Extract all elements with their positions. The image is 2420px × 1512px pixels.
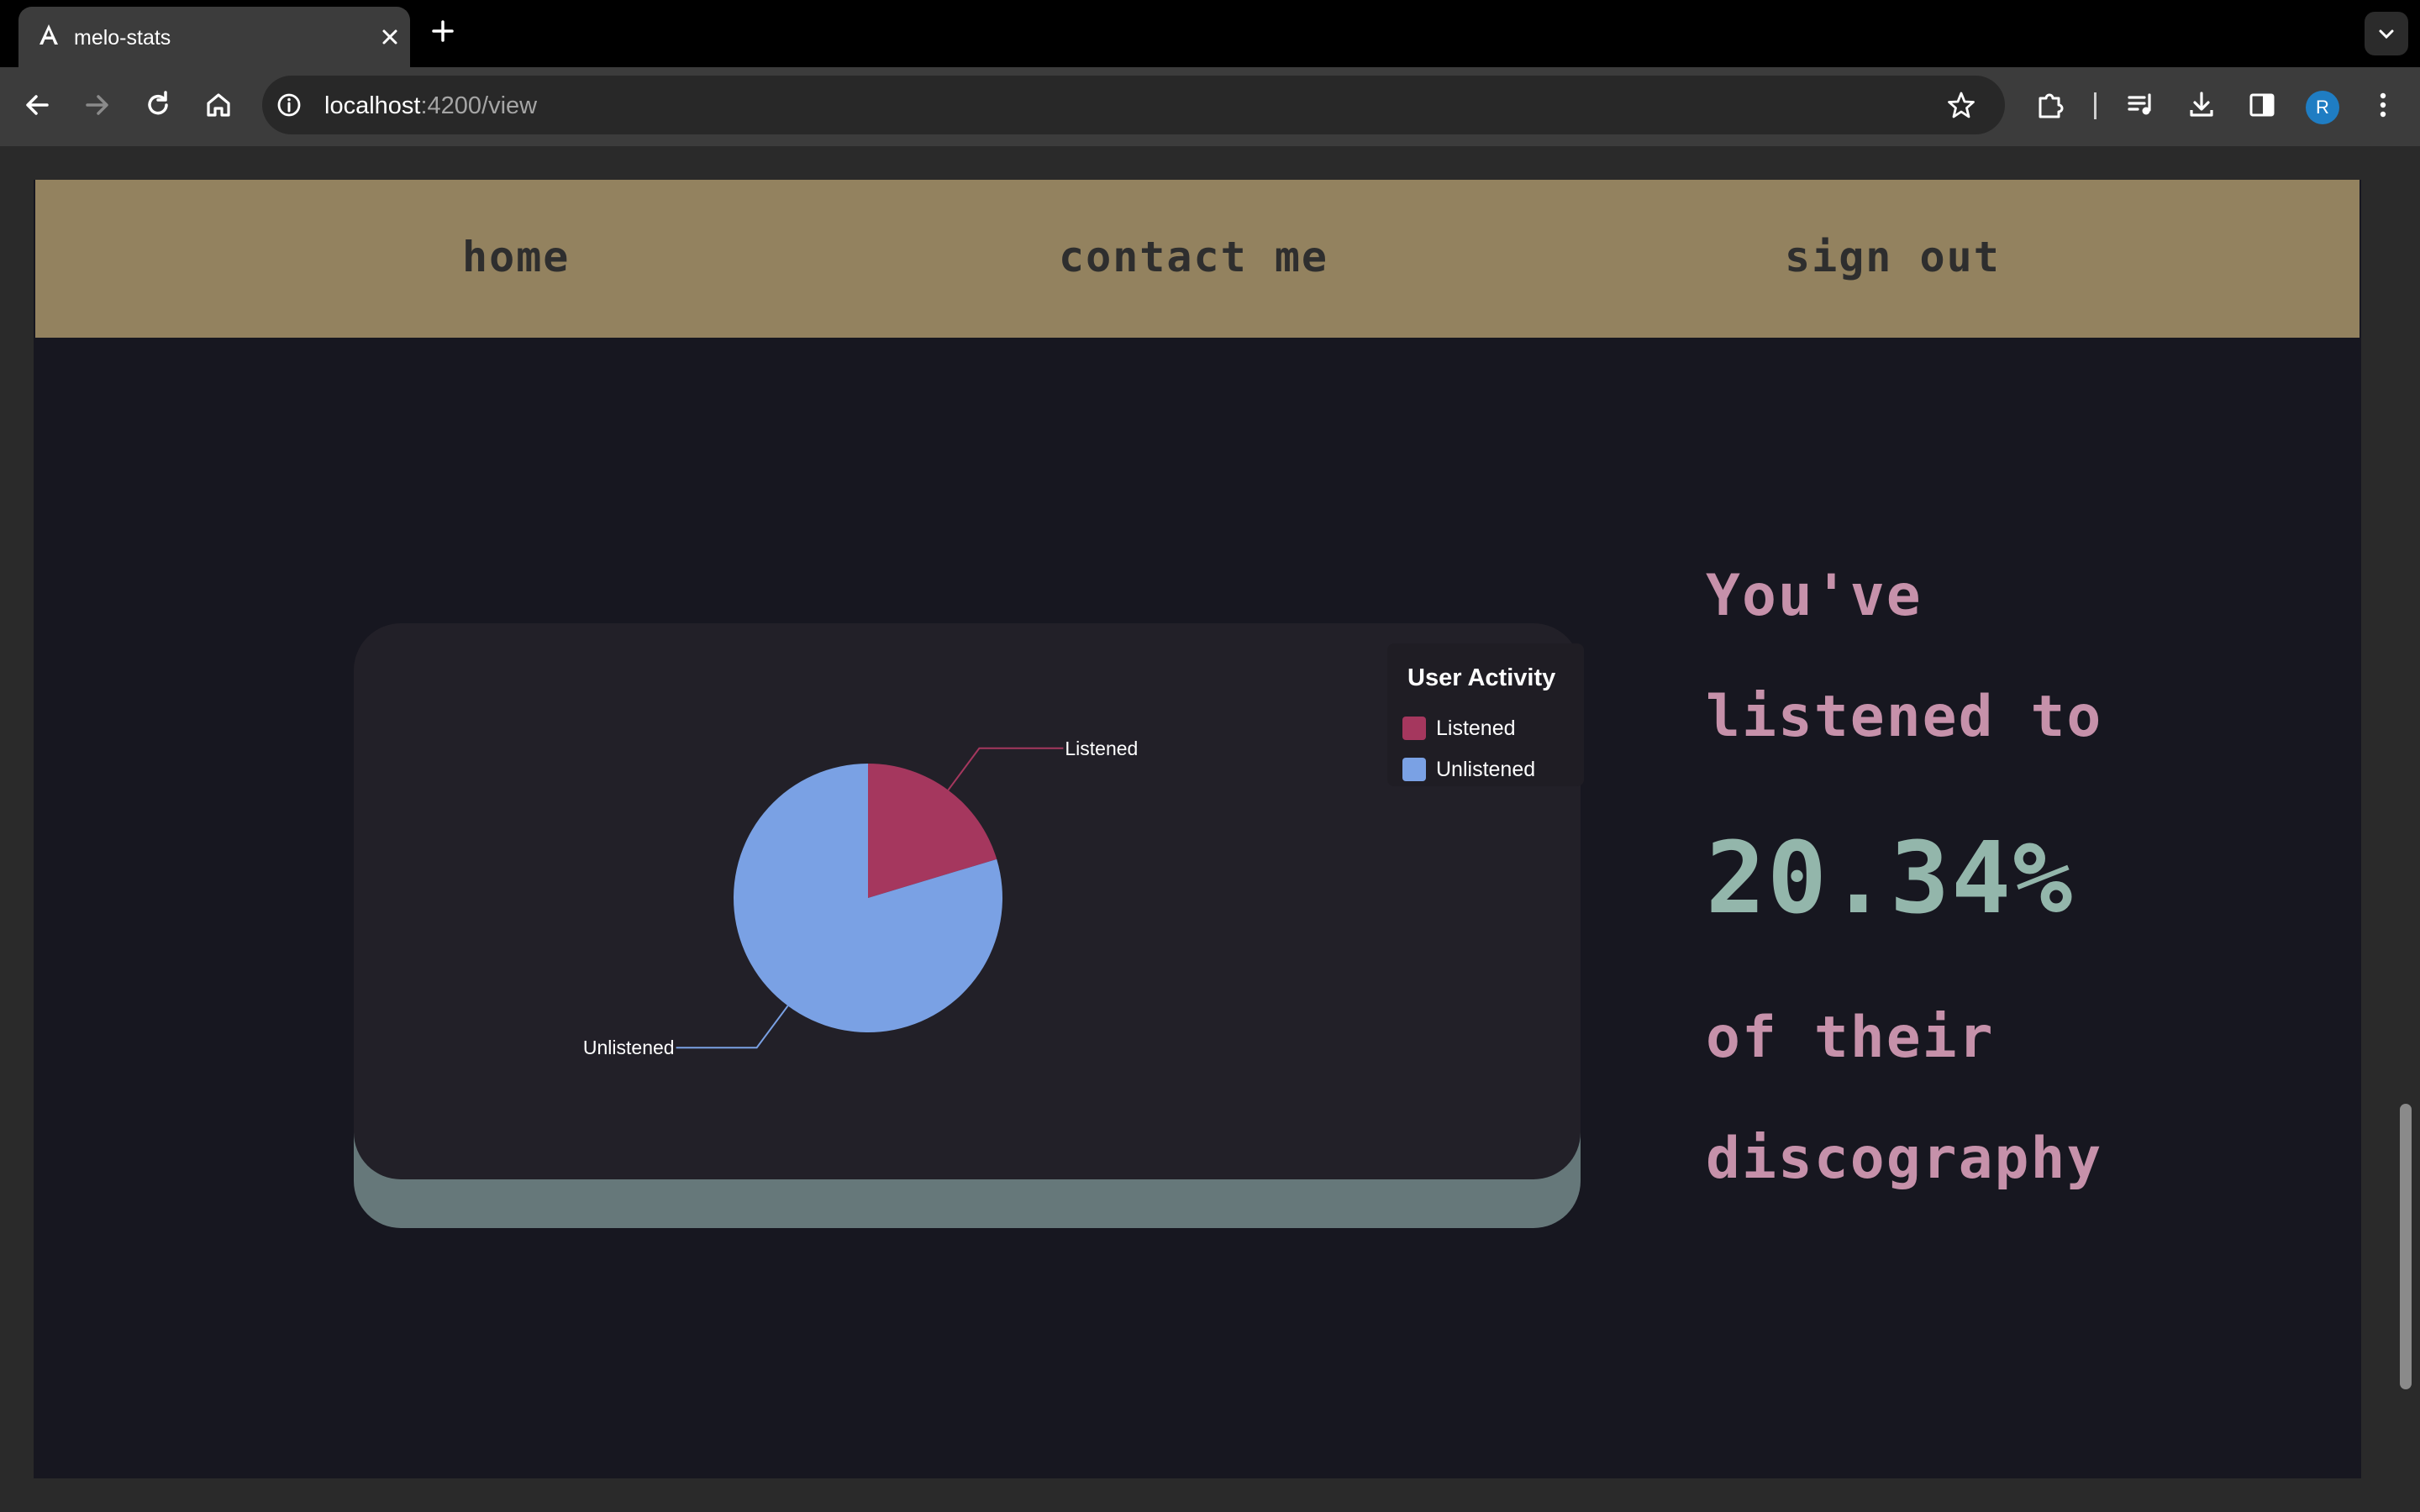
stat-line-2: listened to bbox=[1706, 684, 2103, 750]
more-vertical-icon[interactable] bbox=[2366, 88, 2400, 122]
plus-icon[interactable] bbox=[430, 18, 455, 44]
chart-legend: User Activity Listened Unlistened bbox=[1387, 643, 1584, 786]
profile-avatar[interactable]: R bbox=[2306, 91, 2339, 124]
address-bar[interactable]: localhost:4200/view bbox=[262, 76, 2005, 134]
app-root: home contact me sign out Listened Unliste… bbox=[34, 180, 2361, 1478]
angular-icon bbox=[39, 24, 58, 45]
tab-strip: melo-stats bbox=[0, 0, 2420, 67]
stat-line-4: discography bbox=[1706, 1126, 2103, 1192]
toolbar-separator bbox=[2094, 92, 2096, 119]
bookmark-star-icon[interactable] bbox=[1946, 90, 1976, 120]
url-host: localhost bbox=[324, 92, 421, 119]
home-icon[interactable] bbox=[202, 88, 235, 122]
chart-card: Listened Unlistened User Activity Listene… bbox=[354, 623, 1584, 1179]
browser-toolbar: localhost:4200/view bbox=[0, 67, 2420, 146]
browser-tab[interactable]: melo-stats bbox=[18, 7, 410, 67]
info-icon[interactable] bbox=[276, 92, 302, 118]
forward-arrow-icon[interactable] bbox=[81, 88, 114, 122]
download-icon[interactable] bbox=[2185, 88, 2218, 122]
url-text: localhost:4200/view bbox=[324, 92, 537, 120]
legend-item-unlistened[interactable]: Unlistened bbox=[1402, 757, 1535, 782]
chevron-down-icon bbox=[2379, 29, 2394, 39]
nav-link-signout[interactable]: sign out bbox=[1785, 230, 2001, 284]
legend-label-listened: Listened bbox=[1436, 717, 1516, 740]
legend-title: User Activity bbox=[1407, 664, 1556, 691]
stat-percent: 20.34% bbox=[1706, 820, 2075, 936]
side-panel-icon[interactable] bbox=[2245, 88, 2279, 122]
close-icon[interactable] bbox=[380, 27, 400, 47]
leader-line-unlistened bbox=[676, 1005, 789, 1049]
stat-line-1: You've bbox=[1706, 563, 1923, 629]
url-path: :4200/view bbox=[420, 92, 538, 119]
back-arrow-icon[interactable] bbox=[20, 88, 54, 122]
tab-search-button[interactable] bbox=[2365, 12, 2408, 55]
stat-line-3: of their bbox=[1706, 1005, 1995, 1071]
scrollbar-thumb[interactable] bbox=[2400, 1104, 2412, 1389]
nav-link-home[interactable]: home bbox=[462, 230, 570, 284]
media-queue-icon[interactable] bbox=[2124, 88, 2158, 122]
data-label-unlistened: Unlistened bbox=[583, 1037, 675, 1058]
page-viewport: home contact me sign out Listened Unliste… bbox=[0, 146, 2420, 1512]
extensions-puzzle-icon[interactable] bbox=[2033, 88, 2067, 122]
data-label-listened: Listened bbox=[1065, 738, 1138, 759]
legend-item-listened[interactable]: Listened bbox=[1402, 716, 1516, 741]
legend-swatch-unlistened bbox=[1402, 758, 1426, 781]
tab-title: melo-stats bbox=[74, 26, 171, 50]
navbar: home contact me sign out bbox=[35, 180, 2360, 338]
legend-label-unlistened: Unlistened bbox=[1436, 758, 1536, 781]
legend-swatch-listened bbox=[1402, 717, 1426, 740]
nav-link-contact[interactable]: contact me bbox=[1059, 230, 1328, 284]
reload-icon[interactable] bbox=[141, 88, 175, 122]
leader-line-listened bbox=[947, 747, 1064, 791]
